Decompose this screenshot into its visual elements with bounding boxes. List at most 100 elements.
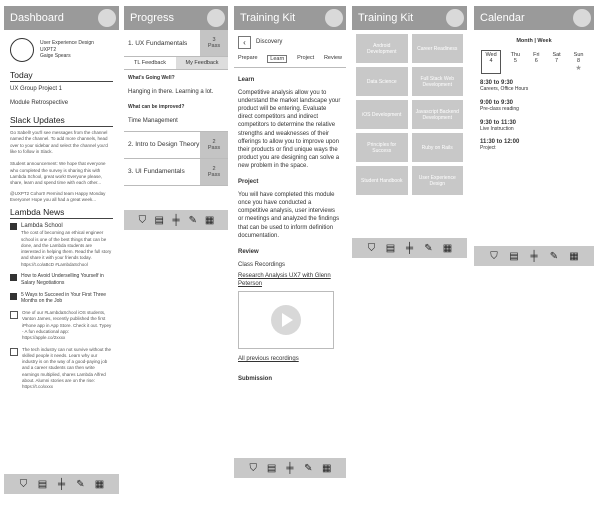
course-tile[interactable]: Full Stack Web Development xyxy=(411,67,463,96)
event-name: Pre-class reading xyxy=(480,105,519,112)
dashboard-icon[interactable]: ▤ xyxy=(266,463,278,474)
feedback-question: What can be improved? xyxy=(128,103,185,110)
progress-item[interactable]: 1. UX Fundamentals 3 Pass xyxy=(124,30,228,57)
dumbbell-icon[interactable]: ╪ xyxy=(170,215,182,226)
progress-status: Pass xyxy=(207,171,221,178)
dashboard-screen: Dashboard User Experience Design UXPT2 G… xyxy=(4,6,119,496)
event-item[interactable]: 11:30 to 12:00 Project xyxy=(480,139,588,152)
video-player[interactable] xyxy=(238,291,334,350)
news-body: The tech industry can not survive withou… xyxy=(22,346,112,390)
all-recordings-link[interactable]: All previous recordings xyxy=(238,355,342,363)
day-cell[interactable]: Sat 7 xyxy=(549,50,563,74)
avatar[interactable] xyxy=(325,9,343,27)
edit-icon[interactable]: ✎ xyxy=(302,463,314,474)
day-number: 4 xyxy=(489,58,493,64)
today-item[interactable]: UX Group Project 1 xyxy=(10,85,113,93)
course-tile[interactable]: User Experience Design xyxy=(411,166,463,195)
edit-icon[interactable]: ✎ xyxy=(548,251,560,262)
progress-status: Pass xyxy=(207,43,221,49)
training-kit-title: Training Kit xyxy=(358,12,414,24)
recording-link[interactable]: Research Analysis UX7 with Glenn Peterso… xyxy=(238,272,342,288)
avatar[interactable] xyxy=(207,9,225,27)
day-cell[interactable]: Sun 8 ★ xyxy=(571,50,587,74)
news-item[interactable]: 5 Ways to Succeed in Your First Three Mo… xyxy=(10,292,113,306)
bottom-nav: ⛉ ▤ ╪ ✎ ▦ xyxy=(352,238,467,258)
news-title: Lambda School xyxy=(21,223,63,230)
avatar[interactable] xyxy=(98,9,116,27)
dumbbell-icon[interactable]: ╪ xyxy=(56,479,68,490)
news-thumb-icon xyxy=(10,274,17,282)
avatar[interactable] xyxy=(573,9,591,27)
tab-project[interactable]: Project xyxy=(297,55,314,63)
calendar-icon[interactable]: ▦ xyxy=(321,463,333,474)
course-tile[interactable]: Principles for Success xyxy=(356,133,408,162)
calendar-icon[interactable]: ▦ xyxy=(442,243,454,254)
news-item[interactable]: How to Avoid Underselling Yourself in Sa… xyxy=(10,273,113,287)
progress-badge: 2 Pass xyxy=(200,158,228,185)
view-toggle[interactable]: Month | Week xyxy=(474,38,594,44)
dumbbell-icon[interactable]: ╪ xyxy=(528,251,540,262)
back-arrow-icon[interactable]: ‹ xyxy=(238,36,251,49)
slack-message[interactable]: @UXPT2 Cohort! #remind team Happy Monday… xyxy=(10,191,113,204)
day-number: 5 xyxy=(513,58,517,64)
calendar-icon[interactable]: ▦ xyxy=(204,215,216,226)
event-item[interactable]: 8:30 to 9:30 Careers, Office Hours xyxy=(480,80,588,93)
course-grid: Android Development Career Readiness Dat… xyxy=(352,30,467,199)
edit-icon[interactable]: ✎ xyxy=(423,243,435,254)
dashboard-icon[interactable]: ▤ xyxy=(37,479,49,490)
news-thumb-icon xyxy=(10,292,17,300)
play-icon[interactable] xyxy=(271,305,301,336)
lambda-shield-icon[interactable]: ⛉ xyxy=(488,251,500,262)
slack-message[interactable]: Student announcement: We hope that every… xyxy=(10,161,113,186)
course-tile[interactable]: Javascript Backend Development xyxy=(411,100,463,129)
news-body: One of our #LambdaSchool iOS students, V… xyxy=(22,310,112,341)
course-tile[interactable]: Android Development xyxy=(356,34,408,63)
edit-icon[interactable]: ✎ xyxy=(187,215,199,226)
course-tile[interactable]: iOS Development xyxy=(356,100,408,129)
course-tile[interactable]: Student Handbook xyxy=(356,166,408,195)
avatar[interactable] xyxy=(446,9,464,27)
project-text: You will have completed this module once… xyxy=(238,192,340,239)
dashboard-icon[interactable]: ▤ xyxy=(153,215,165,226)
today-item[interactable]: Module Retrospective xyxy=(10,99,113,107)
tab-learn[interactable]: Learn xyxy=(267,55,288,63)
progress-item-label: 2. Intro to Design Theory xyxy=(128,141,200,149)
course-tile[interactable]: Ruby on Rails xyxy=(411,133,463,162)
calendar-title: Calendar xyxy=(480,12,525,24)
progress-header: Progress xyxy=(124,6,228,30)
tab-prepare[interactable]: Prepare xyxy=(238,55,258,63)
today-heading: Today xyxy=(10,70,113,82)
progress-badge: 3 Pass xyxy=(200,30,228,56)
day-cell[interactable]: Wed 4 xyxy=(481,50,501,74)
calendar-icon[interactable]: ▦ xyxy=(568,251,580,262)
tab-tl-feedback[interactable]: TL Feedback xyxy=(124,57,176,69)
dashboard-icon[interactable]: ▤ xyxy=(508,251,520,262)
course-tile[interactable]: Data Science xyxy=(356,67,408,96)
news-item[interactable]: Lambda School The cost of becoming an et… xyxy=(10,222,113,268)
progress-item[interactable]: 3. UI Fundamentals 2 Pass xyxy=(124,158,228,186)
tab-review[interactable]: Review xyxy=(324,55,342,63)
lambda-shield-icon[interactable]: ⛉ xyxy=(136,215,148,226)
event-item[interactable]: 9:30 to 11:30 Live Instruction xyxy=(480,120,588,133)
back-bar: ‹ Discovery xyxy=(234,30,346,51)
dashboard-header: Dashboard xyxy=(4,6,119,30)
lambda-shield-icon[interactable]: ⛉ xyxy=(366,243,378,254)
news-item[interactable]: One of our #LambdaSchool iOS students, V… xyxy=(10,310,113,341)
module-tabs: Prepare Learn Project Review xyxy=(234,51,346,68)
lambda-shield-icon[interactable]: ⛉ xyxy=(247,463,259,474)
event-item[interactable]: 9:00 to 9:30 Pre-class reading xyxy=(480,100,588,113)
dumbbell-icon[interactable]: ╪ xyxy=(284,463,296,474)
star-icon: ★ xyxy=(575,65,582,72)
news-item[interactable]: The tech industry can not survive withou… xyxy=(10,347,113,391)
day-cell[interactable]: Thu 5 xyxy=(508,50,523,74)
edit-icon[interactable]: ✎ xyxy=(75,479,87,490)
calendar-icon[interactable]: ▦ xyxy=(94,479,106,490)
dashboard-icon[interactable]: ▤ xyxy=(385,243,397,254)
progress-item[interactable]: 2. Intro to Design Theory 2 Pass xyxy=(124,130,228,159)
lambda-shield-icon[interactable]: ⛉ xyxy=(18,479,30,490)
learn-heading: Learn xyxy=(238,77,255,83)
day-cell[interactable]: Fri 6 xyxy=(530,50,542,74)
dumbbell-icon[interactable]: ╪ xyxy=(404,243,416,254)
course-tile[interactable]: Career Readiness xyxy=(411,34,463,63)
tab-my-feedback[interactable]: My Feedback xyxy=(176,57,228,69)
